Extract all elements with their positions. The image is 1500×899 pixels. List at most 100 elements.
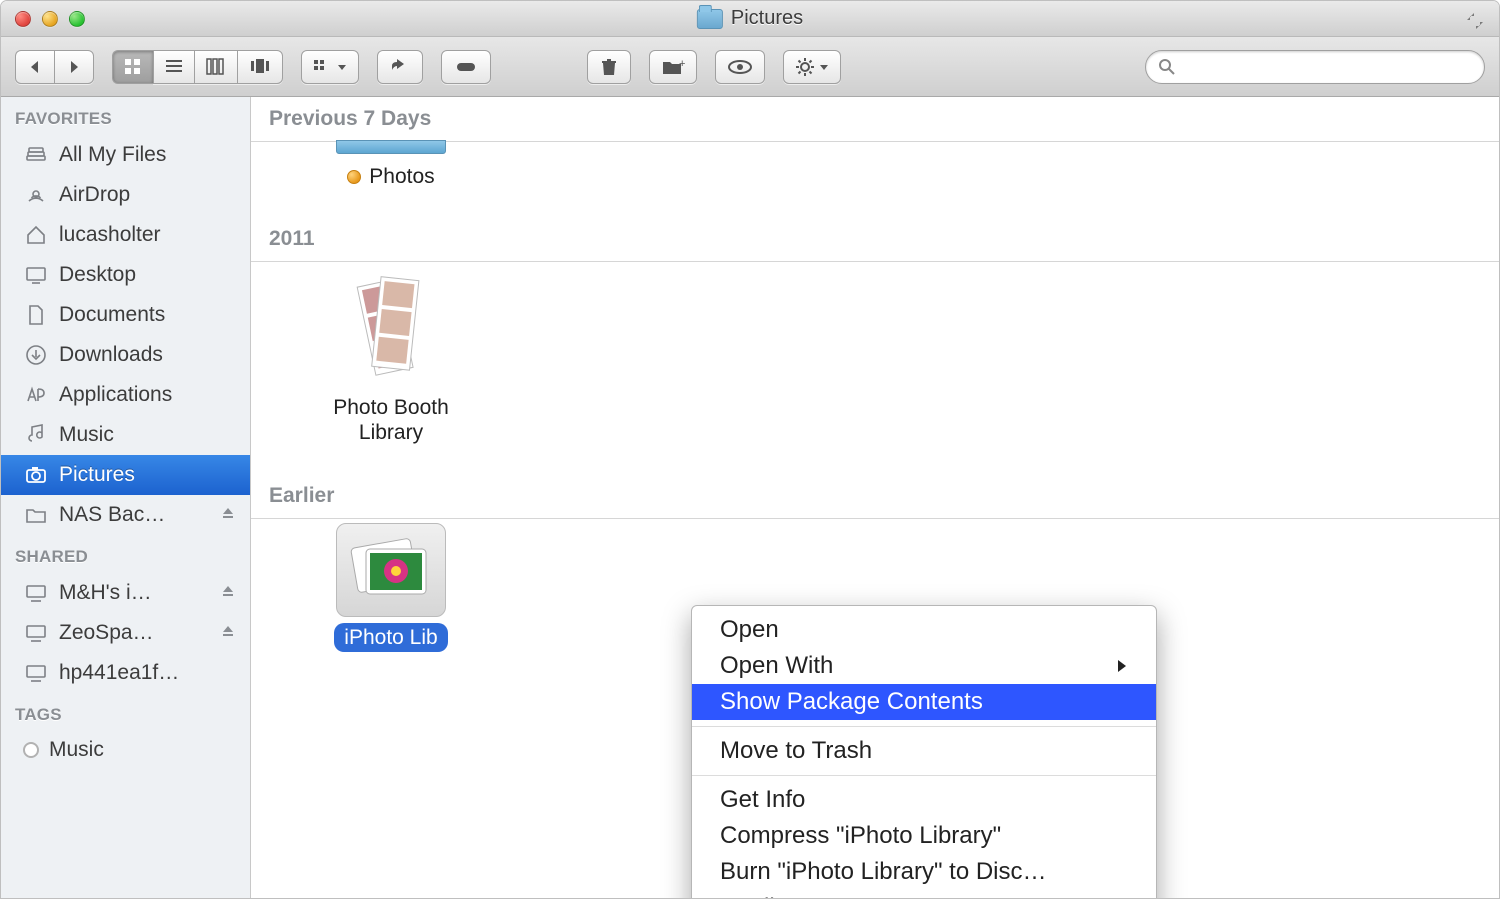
airdrop-icon bbox=[23, 182, 49, 208]
content-area[interactable]: Previous 7 Days Photos 2011 bbox=[251, 97, 1499, 898]
monitor-icon bbox=[23, 660, 49, 686]
file-item-iphoto[interactable]: iPhoto Lib bbox=[311, 523, 471, 652]
tag-orange-icon bbox=[347, 170, 361, 184]
sidebar-item-label: AirDrop bbox=[59, 183, 130, 207]
submenu-arrow-icon bbox=[1116, 652, 1128, 680]
sidebar-item-tag-music[interactable]: Music bbox=[1, 731, 250, 769]
sidebar-item-label: lucasholter bbox=[59, 223, 161, 247]
sidebar-item-shared-3[interactable]: hp441ea1f… bbox=[1, 653, 250, 693]
sidebar-section-shared: SHARED bbox=[1, 535, 250, 573]
cm-separator bbox=[692, 775, 1156, 776]
action-button[interactable] bbox=[783, 50, 841, 84]
view-buttons bbox=[112, 50, 283, 84]
window-body: FAVORITES All My Files AirDrop lucasholt… bbox=[1, 97, 1499, 898]
file-label: Photos bbox=[369, 164, 434, 189]
sidebar[interactable]: FAVORITES All My Files AirDrop lucasholt… bbox=[1, 97, 251, 898]
cm-move-to-trash[interactable]: Move to Trash bbox=[692, 733, 1156, 769]
cm-show-package-contents[interactable]: Show Package Contents bbox=[692, 684, 1156, 720]
file-label: iPhoto Lib bbox=[334, 623, 447, 652]
folder-thumb-icon bbox=[336, 140, 446, 154]
minimize-window-button[interactable] bbox=[42, 11, 58, 27]
quicklook-button[interactable] bbox=[715, 50, 765, 84]
group-header: Earlier bbox=[251, 474, 1499, 519]
column-view-button[interactable] bbox=[194, 50, 237, 84]
sidebar-item-airdrop[interactable]: AirDrop bbox=[1, 175, 250, 215]
cm-separator bbox=[692, 726, 1156, 727]
cm-duplicate[interactable]: Duplicate bbox=[692, 890, 1156, 898]
share-button[interactable] bbox=[377, 50, 423, 84]
cm-open-with[interactable]: Open With bbox=[692, 648, 1156, 684]
sidebar-item-applications[interactable]: Applications bbox=[1, 375, 250, 415]
fullscreen-button[interactable] bbox=[1465, 11, 1485, 31]
forward-button[interactable] bbox=[54, 50, 94, 84]
photobooth-icon bbox=[331, 266, 451, 389]
coverflow-view-button[interactable] bbox=[237, 50, 283, 84]
sidebar-item-label: Applications bbox=[59, 383, 172, 407]
sidebar-item-music[interactable]: Music bbox=[1, 415, 250, 455]
sidebar-item-label: Desktop bbox=[59, 263, 136, 287]
sidebar-item-label: M&H's i… bbox=[59, 581, 152, 605]
sidebar-item-shared-1[interactable]: M&H's i… bbox=[1, 573, 250, 613]
sidebar-item-downloads[interactable]: Downloads bbox=[1, 335, 250, 375]
traffic-lights bbox=[15, 11, 85, 27]
zoom-window-button[interactable] bbox=[69, 11, 85, 27]
window-title-text: Pictures bbox=[731, 7, 803, 30]
search-input[interactable] bbox=[1184, 58, 1472, 76]
sidebar-item-label: ZeoSpa… bbox=[59, 621, 154, 645]
titlebar: Pictures bbox=[1, 1, 1499, 37]
finder-window: Pictures bbox=[0, 0, 1500, 899]
stack-icon bbox=[23, 142, 49, 168]
sidebar-item-label: Documents bbox=[59, 303, 165, 327]
sidebar-section-tags: TAGS bbox=[1, 693, 250, 731]
music-icon bbox=[23, 422, 49, 448]
sidebar-item-label: Music bbox=[59, 423, 114, 447]
group-header: 2011 bbox=[251, 217, 1499, 262]
tags-button[interactable] bbox=[441, 50, 491, 84]
search-field[interactable] bbox=[1145, 50, 1485, 84]
sidebar-item-desktop[interactable]: Desktop bbox=[1, 255, 250, 295]
sidebar-item-nas-backup[interactable]: NAS Bac… bbox=[1, 495, 250, 535]
sidebar-item-shared-2[interactable]: ZeoSpa… bbox=[1, 613, 250, 653]
arrange-button[interactable] bbox=[301, 50, 359, 84]
applications-icon bbox=[23, 382, 49, 408]
toolbar: + bbox=[1, 37, 1499, 97]
sidebar-item-home[interactable]: lucasholter bbox=[1, 215, 250, 255]
file-item-photos[interactable]: Photos bbox=[311, 140, 471, 189]
document-icon bbox=[23, 302, 49, 328]
cm-compress[interactable]: Compress "iPhoto Library" bbox=[692, 818, 1156, 854]
sidebar-item-label: NAS Bac… bbox=[59, 503, 165, 527]
iphoto-icon bbox=[336, 523, 446, 617]
download-icon bbox=[23, 342, 49, 368]
folder-icon bbox=[23, 502, 49, 528]
cm-open[interactable]: Open bbox=[692, 612, 1156, 648]
close-window-button[interactable] bbox=[15, 11, 31, 27]
sidebar-item-label: Pictures bbox=[59, 463, 135, 487]
group-body: Photo Booth Library bbox=[251, 262, 1499, 473]
monitor-icon bbox=[23, 620, 49, 646]
sidebar-item-label: Downloads bbox=[59, 343, 163, 367]
group-body: Photos bbox=[251, 142, 1499, 217]
list-view-button[interactable] bbox=[153, 50, 194, 84]
svg-text:+: + bbox=[679, 58, 685, 70]
icon-view-button[interactable] bbox=[112, 50, 153, 84]
cm-get-info[interactable]: Get Info bbox=[692, 782, 1156, 818]
tag-dot-icon bbox=[23, 742, 39, 758]
eject-icon[interactable] bbox=[220, 581, 236, 605]
new-folder-button[interactable]: + bbox=[649, 50, 697, 84]
sidebar-item-label: Music bbox=[49, 738, 104, 762]
trash-button[interactable] bbox=[587, 50, 631, 84]
sidebar-item-pictures[interactable]: Pictures bbox=[1, 455, 250, 495]
search-icon bbox=[1158, 58, 1176, 76]
sidebar-item-all-my-files[interactable]: All My Files bbox=[1, 135, 250, 175]
eject-icon[interactable] bbox=[220, 621, 236, 645]
sidebar-section-favorites: FAVORITES bbox=[1, 97, 250, 135]
file-item-photobooth[interactable]: Photo Booth Library bbox=[311, 266, 471, 445]
folder-icon bbox=[697, 9, 723, 29]
monitor-icon bbox=[23, 580, 49, 606]
context-menu: Open Open With Show Package Contents Mov… bbox=[691, 605, 1157, 898]
sidebar-item-documents[interactable]: Documents bbox=[1, 295, 250, 335]
cm-burn[interactable]: Burn "iPhoto Library" to Disc… bbox=[692, 854, 1156, 890]
back-button[interactable] bbox=[15, 50, 54, 84]
eject-icon[interactable] bbox=[220, 503, 236, 527]
sidebar-item-label: All My Files bbox=[59, 143, 166, 167]
